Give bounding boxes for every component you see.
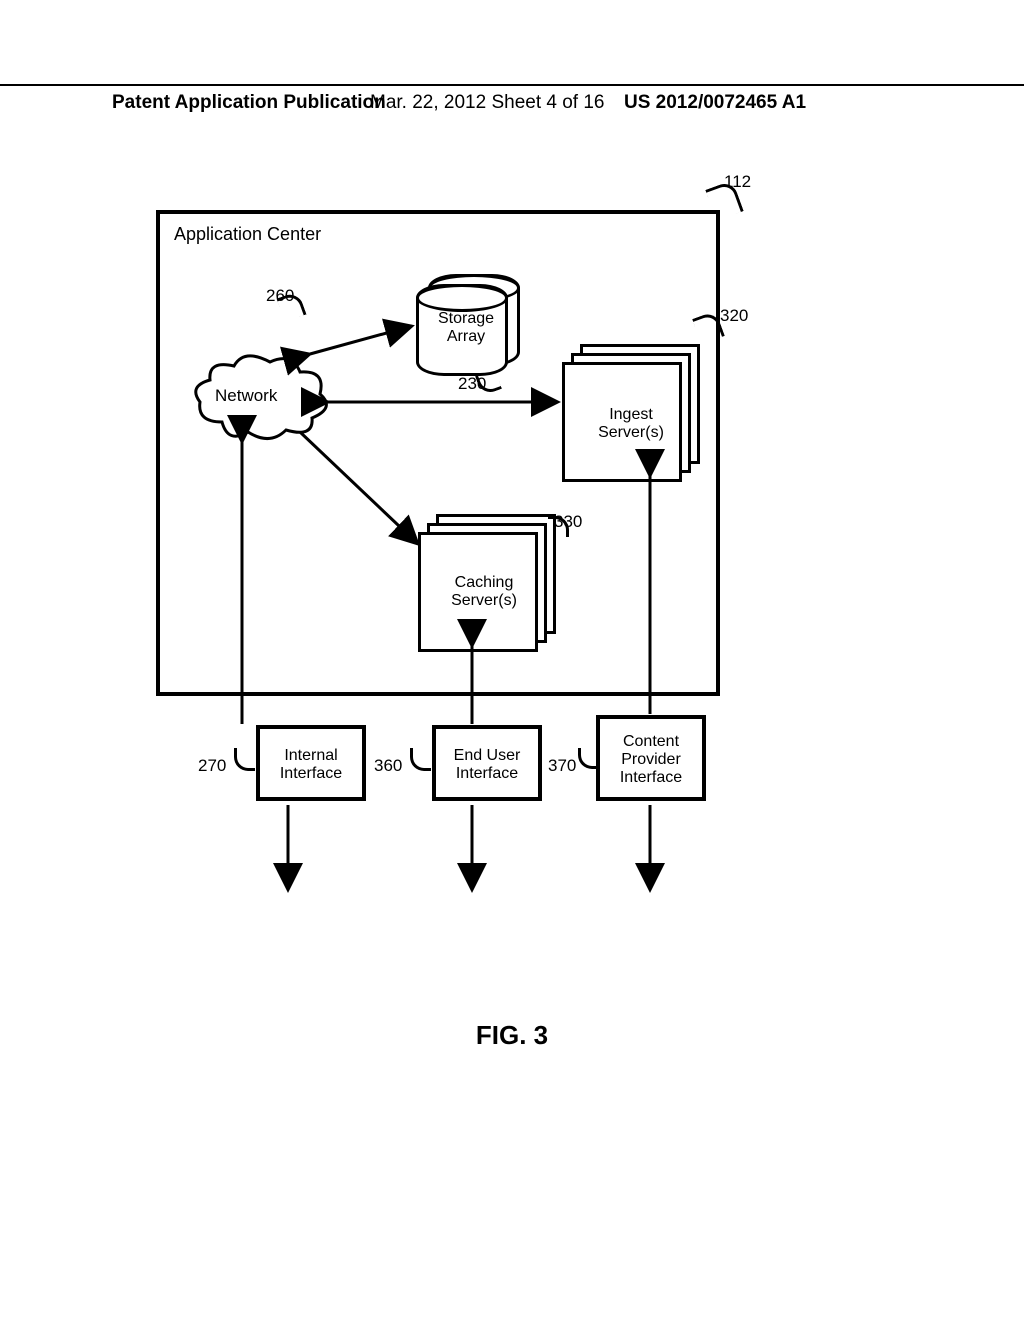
ref-360: 360 [374,756,402,776]
header-right: US 2012/0072465 A1 [624,92,806,114]
ref-370: 370 [548,756,576,776]
header-middle: Mar. 22, 2012 Sheet 4 of 16 [370,92,605,114]
ref-270: 270 [198,756,226,776]
network-label: Network [215,386,277,406]
ref-260: 260 [266,286,294,306]
caching-servers-label: CachingServer(s) [436,574,532,610]
application-center-box: Application Center 260 Network StorageAr… [156,210,720,696]
callout-hook-icon [578,748,597,769]
content-provider-interface-box: ContentProviderInterface [596,715,706,801]
storage-array-label: StorageArray [429,310,503,346]
page-header: Patent Application Publication Mar. 22, … [0,84,1024,92]
figure-3-diagram: 112 Application Center 260 Network Stora… [156,190,796,950]
header-left: Patent Application Publication [112,92,386,114]
ref-112: 112 [724,172,751,192]
callout-hook-icon [234,748,255,771]
internal-interface-box: InternalInterface [256,725,366,801]
callout-hook-icon [410,748,431,771]
ref-320: 320 [720,306,748,326]
ingest-servers-label: IngestServer(s) [583,406,679,442]
end-user-interface-box: End UserInterface [432,725,542,801]
figure-caption: FIG. 3 [0,1020,1024,1051]
application-center-label: Application Center [174,224,321,245]
